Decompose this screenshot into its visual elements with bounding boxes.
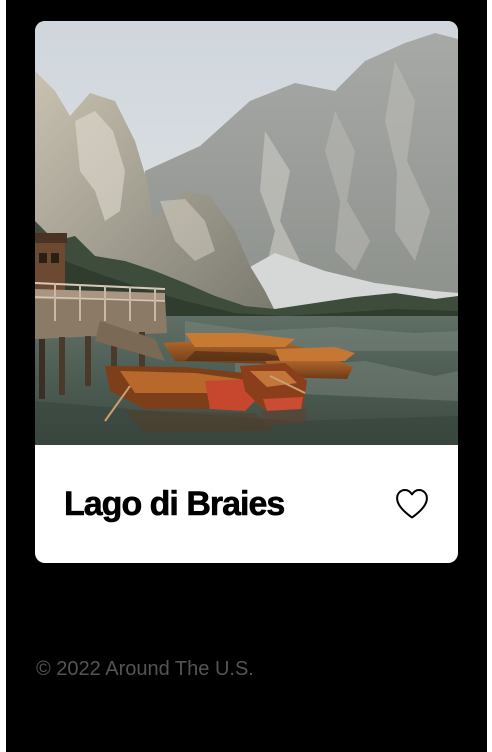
card-image[interactable]	[35, 21, 458, 445]
card-title: Lago di Braies	[64, 485, 286, 524]
place-card: Lago di Braies	[35, 21, 458, 563]
heart-outline-icon	[396, 489, 428, 519]
footer-copyright: © 2022 Around The U.S.	[36, 658, 254, 680]
page: Lago di Braies © 2022 Around The U.S.	[6, 0, 487, 752]
like-button[interactable]	[395, 488, 429, 520]
